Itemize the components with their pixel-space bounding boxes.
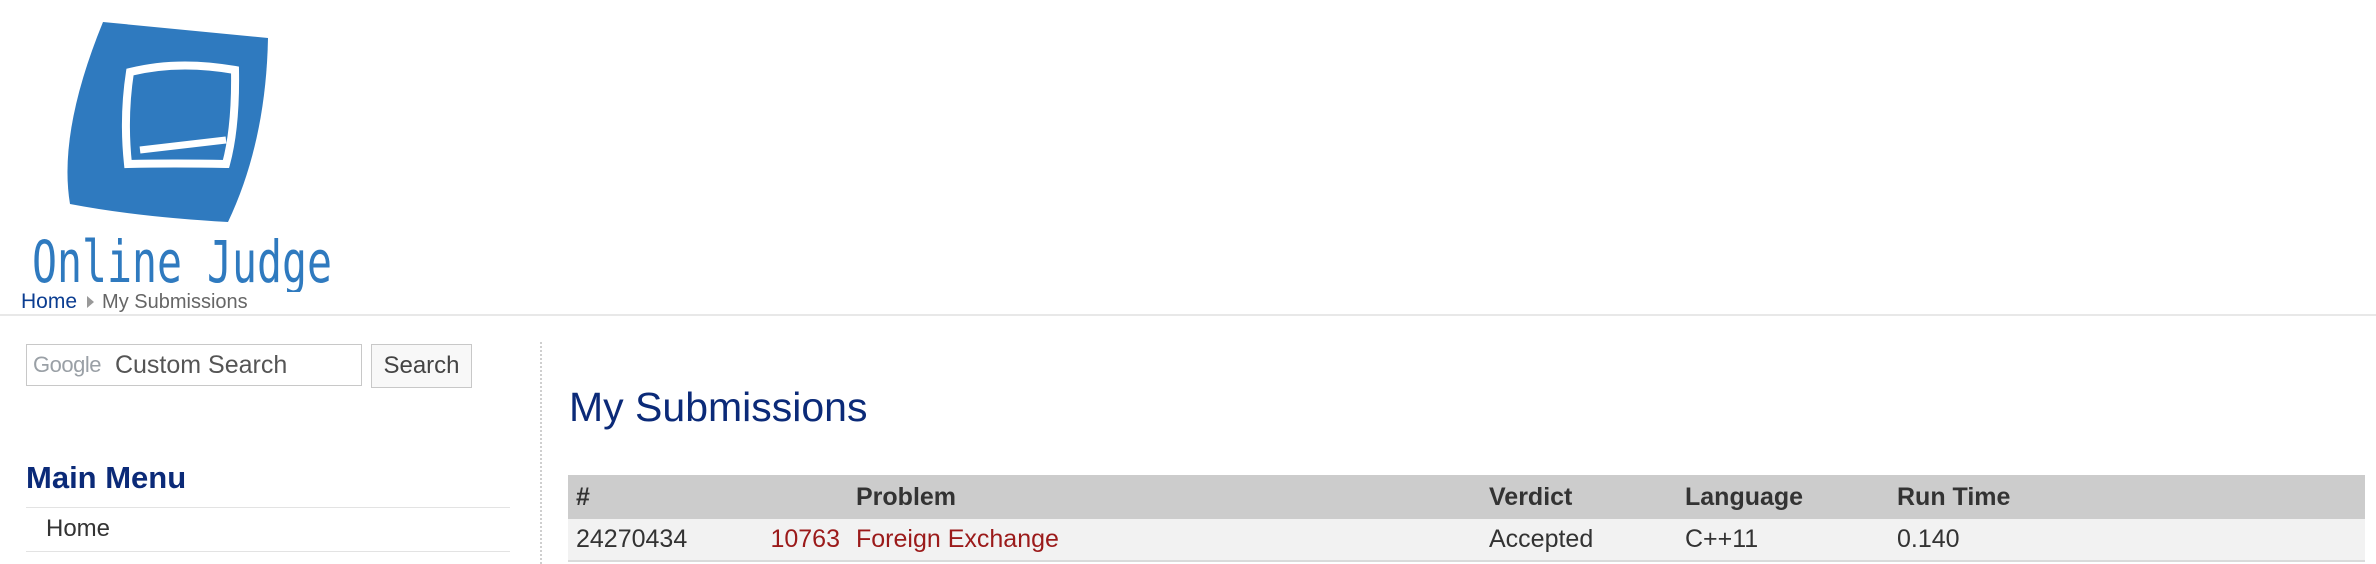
column-header-runtime: Run Time [1889, 475, 2365, 519]
breadcrumb-separator-icon [87, 296, 95, 308]
menu-divider [26, 507, 510, 508]
breadcrumb-current: My Submissions [102, 291, 248, 313]
column-header-spacer [758, 475, 848, 519]
online-judge-logo-mark: Online Judge [32, 22, 332, 292]
table-header-row: # Problem Verdict Language Run Time [568, 475, 2365, 519]
sidebar-item-home[interactable]: Home [46, 515, 110, 543]
google-logo: Google [33, 352, 101, 377]
column-header-id: # [568, 475, 758, 519]
online-judge-logo[interactable]: Online Judge [28, 22, 348, 292]
header-divider [0, 314, 2376, 316]
table-row: 24270434 10763 Foreign Exchange Accepted… [568, 519, 2365, 562]
language: C++11 [1677, 519, 1889, 562]
problem-name-link[interactable]: Foreign Exchange [856, 525, 1059, 553]
logo-text: Online Judge [32, 228, 332, 292]
main-menu-title: Main Menu [26, 460, 187, 495]
submission-id: 24270434 [568, 519, 758, 562]
column-header-problem: Problem [848, 475, 1481, 519]
page-title: My Submissions [569, 384, 868, 430]
search-button[interactable]: Search [371, 344, 472, 388]
breadcrumb-home-link[interactable]: Home [21, 290, 77, 314]
run-time: 0.140 [1889, 519, 2365, 562]
verdict: Accepted [1481, 519, 1677, 562]
column-header-language: Language [1677, 475, 1889, 519]
column-header-verdict: Verdict [1481, 475, 1677, 519]
problem-number-link[interactable]: 10763 [758, 519, 848, 562]
sidebar-divider [540, 342, 542, 564]
breadcrumb: Home My Submissions [21, 290, 248, 314]
submissions-table: # Problem Verdict Language Run Time 2427… [568, 475, 2365, 562]
search-input[interactable] [114, 350, 335, 380]
search-box[interactable]: Google [26, 344, 362, 386]
menu-divider [26, 551, 510, 552]
